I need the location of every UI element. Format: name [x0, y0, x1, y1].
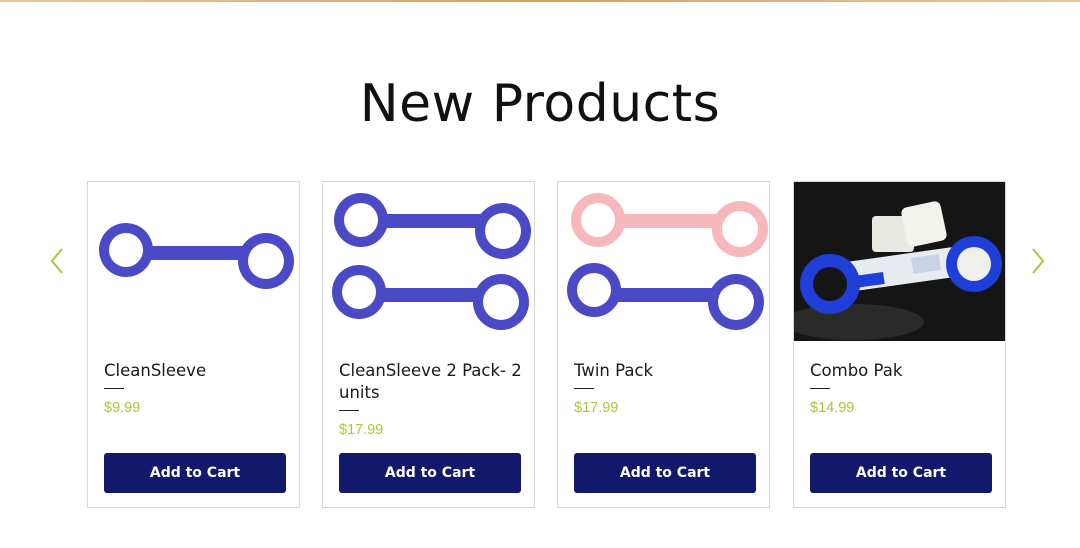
product-price: $17.99	[339, 422, 384, 438]
product-image[interactable]	[794, 182, 1005, 341]
product-image[interactable]	[558, 182, 769, 341]
product-price: $9.99	[104, 400, 141, 416]
product-card[interactable]: Twin Pack $17.99 Add to Cart	[557, 181, 770, 508]
name-divider	[574, 388, 594, 389]
add-to-cart-button[interactable]: Add to Cart	[810, 453, 992, 493]
add-to-cart-button[interactable]: Add to Cart	[104, 453, 286, 493]
product-card[interactable]: CleanSleeve 2 Pack- 2 units $17.99 Add t…	[322, 181, 535, 508]
top-accent-line	[0, 0, 1080, 2]
product-card[interactable]: CleanSleeve $9.99 Add to Cart	[87, 181, 300, 508]
chevron-left-icon	[50, 248, 63, 274]
name-divider	[339, 410, 359, 411]
add-to-cart-button[interactable]: Add to Cart	[574, 453, 756, 493]
product-image[interactable]	[88, 182, 299, 341]
carousel-prev-button[interactable]	[42, 244, 72, 278]
product-name[interactable]: Twin Pack	[574, 360, 759, 382]
product-price: $14.99	[810, 400, 855, 416]
name-divider	[810, 388, 830, 389]
product-card[interactable]: Combo Pak $14.99 Add to Cart	[793, 181, 1006, 508]
carousel-next-button[interactable]	[1023, 244, 1053, 278]
product-name[interactable]: Combo Pak	[810, 360, 995, 382]
product-image[interactable]	[323, 182, 534, 341]
product-price: $17.99	[574, 400, 619, 416]
chevron-right-icon	[1032, 248, 1045, 274]
section-title: New Products	[359, 74, 721, 134]
product-name[interactable]: CleanSleeve 2 Pack- 2 units	[339, 360, 524, 404]
name-divider	[104, 388, 124, 389]
product-name[interactable]: CleanSleeve	[104, 360, 289, 382]
add-to-cart-button[interactable]: Add to Cart	[339, 453, 521, 493]
